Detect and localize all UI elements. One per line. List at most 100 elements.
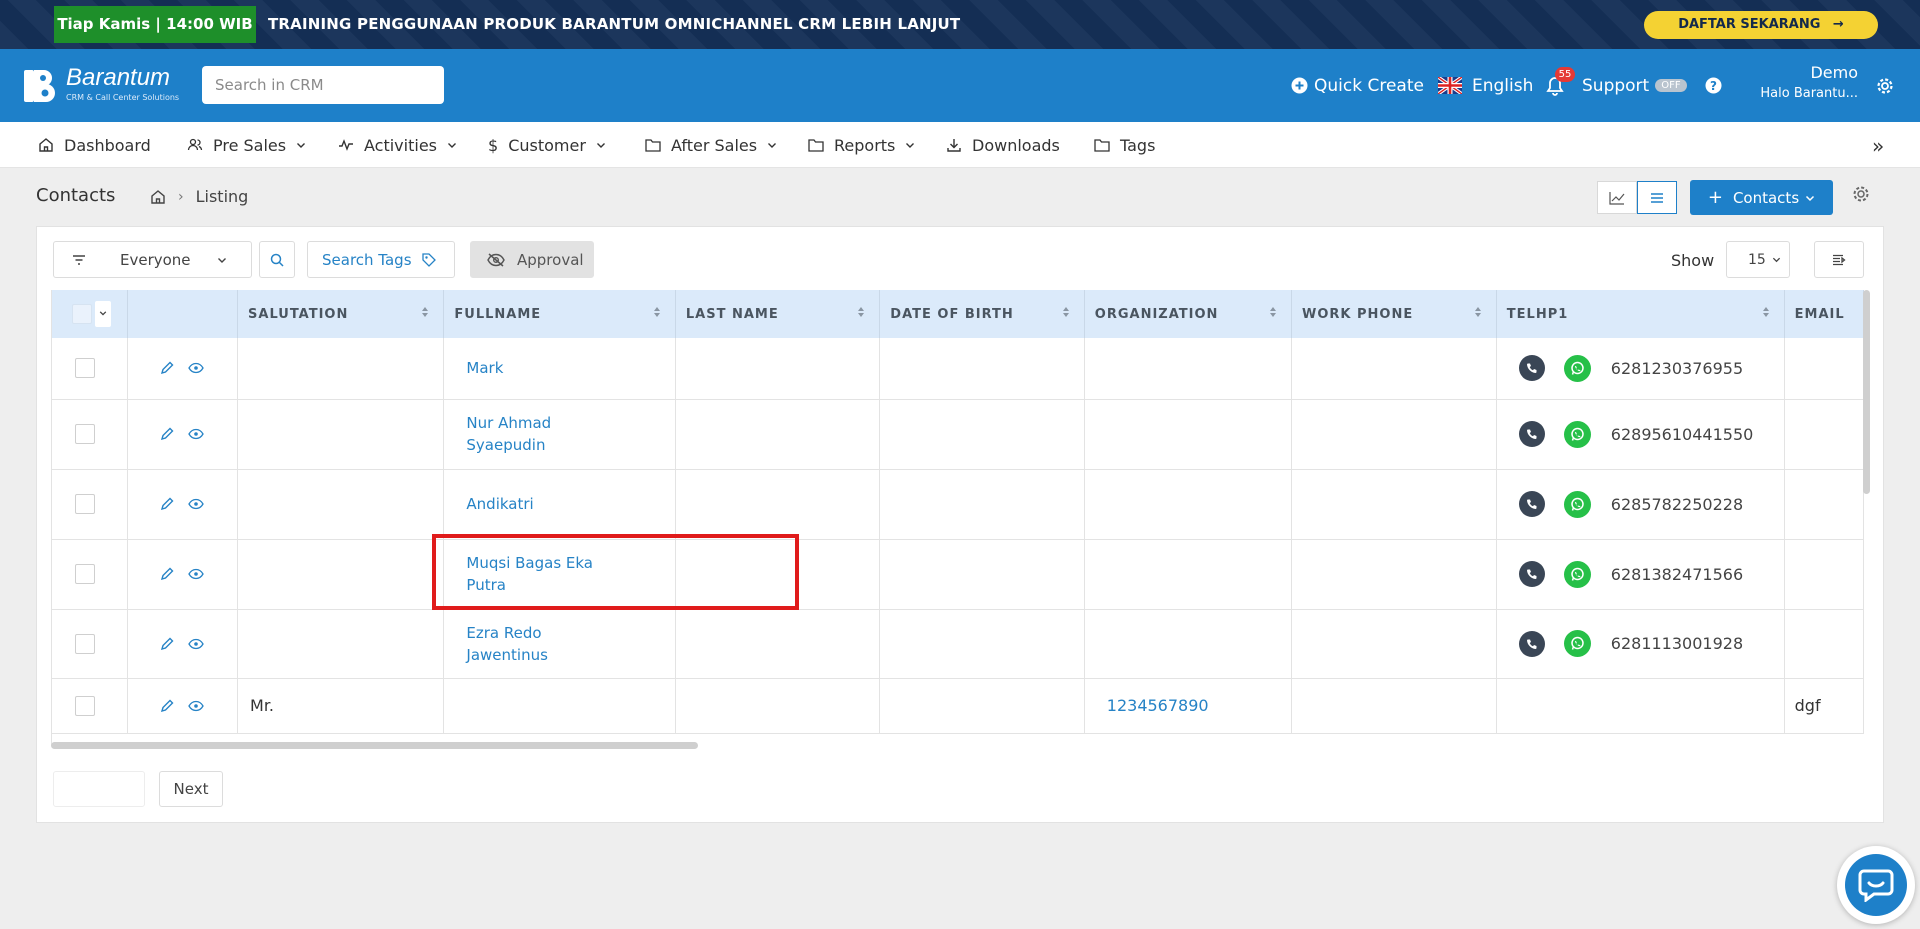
table-row[interactable]: Ezra Redo Jawentinus 6281113001928: [52, 609, 1864, 679]
row-checkbox[interactable]: [75, 633, 95, 654]
promo-title: TRAINING PENGGUNAAN PRODUK BARANTUM OMNI…: [268, 15, 961, 33]
view-icon[interactable]: [188, 498, 205, 510]
edit-icon[interactable]: [160, 567, 174, 581]
last-name-cell: [675, 678, 881, 734]
owner-filter-dropdown[interactable]: Everyone: [53, 241, 252, 278]
select-all-checkbox[interactable]: [72, 304, 92, 324]
row-checkbox[interactable]: [75, 494, 95, 514]
column-header-telhp1[interactable]: TELHP1: [1496, 290, 1785, 338]
row-checkbox[interactable]: [75, 564, 95, 584]
row-checkbox[interactable]: [75, 695, 95, 716]
live-chat-button[interactable]: [1837, 846, 1915, 924]
edit-icon[interactable]: [160, 497, 174, 511]
column-header-fullname[interactable]: FULLNAME: [443, 290, 676, 338]
support-toggle[interactable]: Support OFF: [1582, 49, 1687, 122]
nav-item-downloads[interactable]: Downloads: [946, 122, 1060, 168]
edit-icon[interactable]: [160, 361, 174, 375]
fullname-link[interactable]: Muqsi Bagas Eka Putra: [443, 539, 676, 610]
list-icon: [1651, 192, 1663, 203]
fullname-link[interactable]: Ezra Redo Jawentinus: [443, 609, 676, 679]
nav-more-button[interactable]: »: [1872, 134, 1884, 158]
view-icon[interactable]: [188, 700, 205, 712]
contacts-table: SALUTATION FULLNAME LAST NAME DATE OF BI…: [52, 290, 1864, 734]
phone-call-icon[interactable]: [1518, 630, 1545, 657]
telhp1-value[interactable]: 6281230376955: [1611, 359, 1743, 378]
column-header-email[interactable]: EMAIL: [1784, 290, 1864, 338]
view-icon[interactable]: [188, 428, 205, 440]
notifications-button[interactable]: [1546, 49, 1570, 122]
edit-icon[interactable]: [160, 637, 174, 651]
search-button[interactable]: [259, 241, 295, 278]
quick-create-button[interactable]: Quick Create: [1291, 49, 1424, 122]
table-row[interactable]: Andikatri 6285782250228: [52, 469, 1864, 540]
search-tags-button[interactable]: Search Tags: [307, 241, 455, 278]
column-header-last-name[interactable]: LAST NAME: [675, 290, 881, 338]
nav-item-dashboard[interactable]: Dashboard: [38, 122, 151, 168]
page-settings-button[interactable]: [1852, 185, 1870, 207]
user-name[interactable]: Demo: [1740, 63, 1858, 82]
phone-call-icon[interactable]: [1518, 421, 1545, 447]
fullname-link[interactable]: Andikatri: [443, 469, 676, 540]
user-greeting[interactable]: Halo Barantu...: [1740, 86, 1858, 101]
whatsapp-icon[interactable]: [1563, 630, 1591, 657]
column-header-salutation[interactable]: SALUTATION: [237, 290, 445, 338]
telhp1-value[interactable]: 62895610441550: [1611, 425, 1754, 444]
nav-item-after-sales[interactable]: After Sales: [645, 122, 777, 168]
table-row[interactable]: Muqsi Bagas Eka Putra 6281382471566: [52, 539, 1864, 610]
row-checkbox[interactable]: [75, 358, 95, 379]
settings-button[interactable]: [1876, 49, 1900, 122]
nav-item-activities[interactable]: Activities: [338, 122, 457, 168]
organization-link[interactable]: 1234567890: [1084, 678, 1293, 734]
next-page-button[interactable]: Next: [159, 771, 223, 807]
nav-item-reports[interactable]: Reports: [808, 122, 915, 168]
whatsapp-icon[interactable]: [1563, 354, 1591, 382]
edit-icon[interactable]: [160, 699, 174, 713]
whatsapp-icon[interactable]: [1563, 560, 1591, 588]
phone-call-icon[interactable]: [1518, 491, 1545, 517]
sort-icon: [1270, 307, 1277, 317]
chart-view-button[interactable]: [1597, 181, 1637, 214]
telhp1-value[interactable]: 6281113001928: [1611, 634, 1743, 653]
edit-icon[interactable]: [160, 427, 174, 441]
home-icon[interactable]: [150, 189, 166, 205]
column-header-organization[interactable]: ORGANIZATION: [1084, 290, 1293, 338]
page-size-select[interactable]: 15: [1726, 241, 1790, 278]
view-icon[interactable]: [188, 568, 205, 580]
help-button[interactable]: ?: [1705, 49, 1728, 122]
table-row[interactable]: Mr. 1234567890 dgf: [52, 678, 1864, 734]
fullname-link[interactable]: [443, 678, 676, 734]
search-input[interactable]: [202, 66, 444, 104]
logo-tagline: CRM & Call Center Solutions: [66, 93, 180, 102]
language-selector[interactable]: English: [1438, 49, 1533, 122]
add-contact-button[interactable]: + Contacts: [1690, 180, 1833, 215]
view-icon[interactable]: [188, 638, 205, 650]
table-row[interactable]: Nur Ahmad Syaepudin 62895610441550: [52, 399, 1864, 470]
view-icon[interactable]: [188, 362, 205, 374]
nav-item-customer[interactable]: $ Customer: [488, 122, 606, 168]
whatsapp-icon[interactable]: [1563, 490, 1591, 518]
whatsapp-icon[interactable]: [1563, 420, 1591, 448]
register-now-button[interactable]: DAFTAR SEKARANG →: [1644, 11, 1878, 39]
horizontal-scrollbar[interactable]: [51, 742, 698, 749]
chevron-down-icon: [596, 143, 605, 148]
contacts-table-container[interactable]: SALUTATION FULLNAME LAST NAME DATE OF BI…: [51, 290, 1864, 745]
approval-button[interactable]: Approval: [470, 241, 594, 278]
nav-item-pre-sales[interactable]: Pre Sales: [187, 122, 306, 168]
select-all-dropdown[interactable]: [94, 301, 111, 327]
phone-call-icon[interactable]: [1518, 561, 1545, 587]
nav-item-tags[interactable]: Tags: [1094, 122, 1155, 168]
column-header-date-of-birth[interactable]: DATE OF BIRTH: [879, 290, 1085, 338]
column-header-work-phone[interactable]: WORK PHONE: [1291, 290, 1497, 338]
row-checkbox[interactable]: [75, 424, 95, 444]
vertical-scrollbar[interactable]: [1863, 290, 1870, 494]
fullname-link[interactable]: Nur Ahmad Syaepudin: [443, 399, 676, 470]
telhp1-value[interactable]: 6285782250228: [1611, 495, 1743, 514]
telhp1-value[interactable]: 6281382471566: [1611, 565, 1743, 584]
list-view-button[interactable]: [1637, 181, 1677, 214]
logo[interactable]: Barantum CRM & Call Center Solutions: [22, 64, 192, 106]
previous-page-button[interactable]: [53, 771, 145, 807]
table-row[interactable]: Mark 6281230376955: [52, 338, 1864, 400]
phone-call-icon[interactable]: [1518, 355, 1545, 382]
column-settings-button[interactable]: [1814, 241, 1864, 278]
fullname-link[interactable]: Mark: [443, 338, 676, 400]
